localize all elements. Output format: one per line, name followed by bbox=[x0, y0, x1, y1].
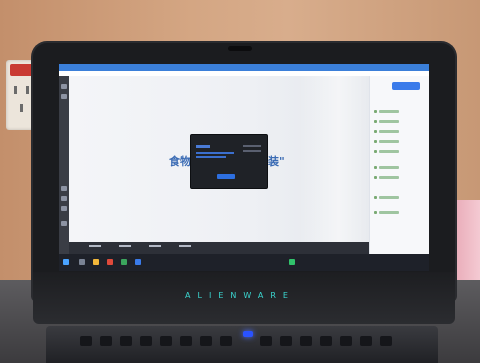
dialog-option[interactable] bbox=[243, 150, 261, 152]
keyboard-key bbox=[360, 336, 372, 346]
canvas-headline-right: 装" bbox=[268, 155, 285, 168]
keyboard-key bbox=[340, 336, 352, 346]
power-led bbox=[243, 331, 253, 337]
check-icon[interactable] bbox=[374, 211, 377, 214]
screen-glare bbox=[299, 76, 379, 254]
keyboard-key bbox=[120, 336, 132, 346]
keyboard-key bbox=[140, 336, 152, 346]
check-icon[interactable] bbox=[374, 110, 377, 113]
folder-icon[interactable] bbox=[93, 259, 99, 265]
right-panel-primary-button[interactable] bbox=[392, 82, 420, 90]
check-icon[interactable] bbox=[374, 150, 377, 153]
keyboard-key bbox=[160, 336, 172, 346]
tool-icon[interactable] bbox=[61, 186, 67, 191]
keyboard-key bbox=[260, 336, 272, 346]
keyboard-key bbox=[380, 336, 392, 346]
dialog-progress bbox=[196, 152, 234, 154]
webcam bbox=[228, 46, 252, 51]
list-item[interactable] bbox=[379, 120, 399, 123]
laptop-screen: 食物 装" bbox=[59, 64, 429, 271]
timeline-clip[interactable] bbox=[149, 245, 161, 247]
tool-icon[interactable] bbox=[61, 196, 67, 201]
keyboard-key bbox=[280, 336, 292, 346]
tray-icon[interactable] bbox=[289, 259, 295, 265]
socket-pin bbox=[14, 86, 17, 94]
keyboard-key bbox=[320, 336, 332, 346]
list-item[interactable] bbox=[379, 130, 399, 133]
pink-cup bbox=[452, 200, 480, 290]
check-icon[interactable] bbox=[374, 130, 377, 133]
list-item[interactable] bbox=[379, 110, 399, 113]
timeline-clip[interactable] bbox=[119, 245, 131, 247]
brand-logo: ALIENWARE bbox=[185, 291, 295, 300]
app-icon[interactable] bbox=[107, 259, 113, 265]
windows-taskbar bbox=[59, 254, 429, 271]
check-icon[interactable] bbox=[374, 140, 377, 143]
list-item[interactable] bbox=[379, 211, 399, 214]
start-icon[interactable] bbox=[63, 259, 69, 265]
list-item[interactable] bbox=[379, 140, 399, 143]
keyboard-key bbox=[220, 336, 232, 346]
dialog-progress bbox=[196, 156, 226, 158]
app-icon[interactable] bbox=[121, 259, 127, 265]
check-icon[interactable] bbox=[374, 166, 377, 169]
tool-icon[interactable] bbox=[61, 84, 67, 89]
socket-pin bbox=[26, 86, 29, 94]
list-item[interactable] bbox=[379, 166, 399, 169]
keyboard-key bbox=[80, 336, 92, 346]
tool-icon[interactable] bbox=[61, 221, 67, 226]
timeline-clip[interactable] bbox=[179, 245, 191, 247]
dialog-confirm-button[interactable] bbox=[217, 174, 235, 179]
check-icon[interactable] bbox=[374, 120, 377, 123]
list-item[interactable] bbox=[379, 176, 399, 179]
timeline-bar[interactable] bbox=[69, 242, 369, 254]
app-titlebar bbox=[59, 64, 429, 71]
search-icon[interactable] bbox=[79, 259, 85, 265]
canvas-headline-left: 食物 bbox=[169, 155, 191, 168]
app-icon[interactable] bbox=[135, 259, 141, 265]
right-panel bbox=[369, 76, 429, 254]
socket-pin bbox=[20, 104, 23, 112]
list-item[interactable] bbox=[379, 196, 399, 199]
check-icon[interactable] bbox=[374, 196, 377, 199]
tool-icon[interactable] bbox=[61, 206, 67, 211]
list-item[interactable] bbox=[379, 150, 399, 153]
export-dialog bbox=[190, 134, 268, 189]
left-toolbar bbox=[59, 76, 69, 254]
dialog-field[interactable] bbox=[196, 145, 210, 148]
keyboard-key bbox=[200, 336, 212, 346]
tool-icon[interactable] bbox=[61, 94, 67, 99]
keyboard-key bbox=[300, 336, 312, 346]
check-icon[interactable] bbox=[374, 176, 377, 179]
keyboard-key bbox=[180, 336, 192, 346]
dialog-option[interactable] bbox=[243, 145, 261, 147]
keyboard-key bbox=[100, 336, 112, 346]
timeline-clip[interactable] bbox=[89, 245, 101, 247]
